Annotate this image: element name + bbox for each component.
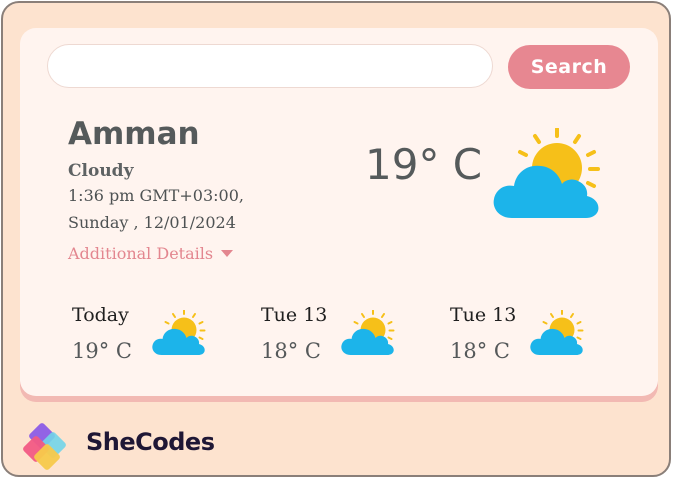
forecast-day: Tue 13 18° C — [261, 304, 411, 374]
weather-description: Cloudy — [68, 161, 134, 181]
caret-down-icon — [221, 250, 234, 257]
shecodes-logo-icon — [23, 423, 66, 470]
partly-cloudy-icon — [152, 310, 206, 355]
forecast-day-label: Today — [72, 304, 129, 326]
current-temperature: 19° C — [365, 140, 483, 189]
city-name: Amman — [68, 116, 200, 152]
search-button[interactable]: Search — [508, 45, 630, 89]
search-input[interactable] — [47, 44, 493, 88]
forecast-day-temp: 18° C — [261, 339, 321, 363]
local-date: Sunday , 12/01/2024 — [68, 213, 236, 232]
partly-cloudy-icon — [530, 310, 584, 355]
forecast-day-label: Tue 13 — [261, 304, 328, 326]
app-frame: Search Amman Cloudy 1:36 pm GMT+03:00, S… — [1, 1, 671, 477]
additional-details-toggle[interactable]: Additional Details — [68, 244, 234, 263]
forecast-day-temp: 18° C — [450, 339, 510, 363]
forecast-day-label: Tue 13 — [450, 304, 517, 326]
additional-details-label: Additional Details — [68, 244, 214, 263]
forecast-day-temp: 19° C — [72, 339, 132, 363]
weather-card: Search Amman Cloudy 1:36 pm GMT+03:00, S… — [20, 28, 658, 396]
forecast-day: Today 19° C — [72, 304, 222, 374]
brand-name: SheCodes — [86, 428, 215, 456]
partly-cloudy-icon — [493, 128, 600, 218]
local-time: 1:36 pm GMT+03:00, — [68, 186, 244, 205]
partly-cloudy-icon — [341, 310, 395, 355]
shecodes-brand[interactable]: SheCodes — [23, 417, 223, 473]
forecast-day: Tue 13 18° C — [450, 304, 600, 374]
